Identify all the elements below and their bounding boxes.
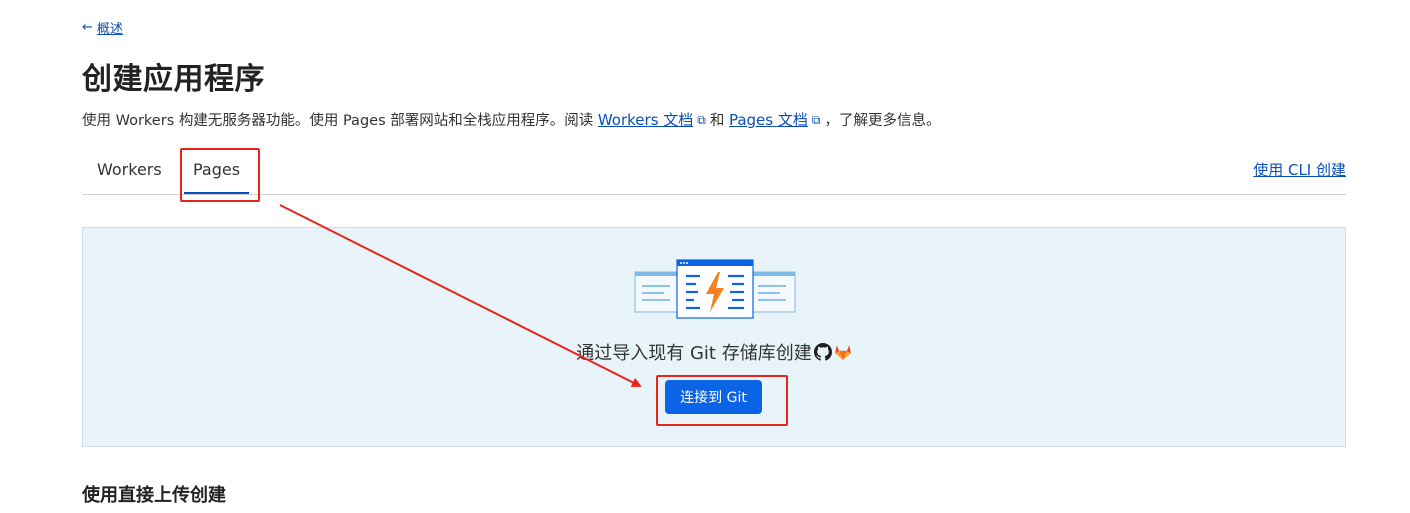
external-link-icon: ⧉ xyxy=(697,113,706,127)
description-text-3: ，了解更多信息。 xyxy=(824,113,941,129)
workers-docs-link[interactable]: Workers 文档 xyxy=(598,111,693,129)
tab-bar: Workers Pages 使用 CLI 创建 xyxy=(82,146,1346,195)
tab-pages[interactable]: Pages xyxy=(184,146,250,194)
back-link[interactable]: ← 概述 xyxy=(82,18,123,37)
external-link-icon: ⧉ xyxy=(811,113,821,127)
github-icon xyxy=(813,343,832,361)
description-text-2: 和 xyxy=(709,113,729,129)
back-arrow-icon: ← xyxy=(82,20,93,35)
git-import-text: 通过导入现有 Git 存储库创建 xyxy=(576,343,812,364)
create-with-cli-link[interactable]: 使用 CLI 创建 xyxy=(1253,159,1346,180)
tab-workers[interactable]: Workers xyxy=(97,146,162,193)
direct-upload-title: 使用直接上传创建 xyxy=(82,485,226,506)
workers-illustration-icon xyxy=(634,259,796,319)
page-description: 使用 Workers 构建无服务器功能。使用 Pages 部署网站和全栈应用程序… xyxy=(82,109,940,130)
git-import-prompt: 通过导入现有 Git 存储库创建 xyxy=(83,339,1345,365)
description-text-1: 使用 Workers 构建无服务器功能。使用 Pages 部署网站和全栈应用程序… xyxy=(82,113,598,129)
gitlab-icon xyxy=(834,345,851,360)
connect-to-git-button[interactable]: 连接到 Git xyxy=(665,380,762,414)
git-import-panel: 通过导入现有 Git 存储库创建 连接到 Git xyxy=(82,227,1346,447)
back-link-label: 概述 xyxy=(96,22,123,37)
page-title: 创建应用程序 xyxy=(82,62,265,97)
pages-docs-link[interactable]: Pages 文档 xyxy=(729,111,808,129)
